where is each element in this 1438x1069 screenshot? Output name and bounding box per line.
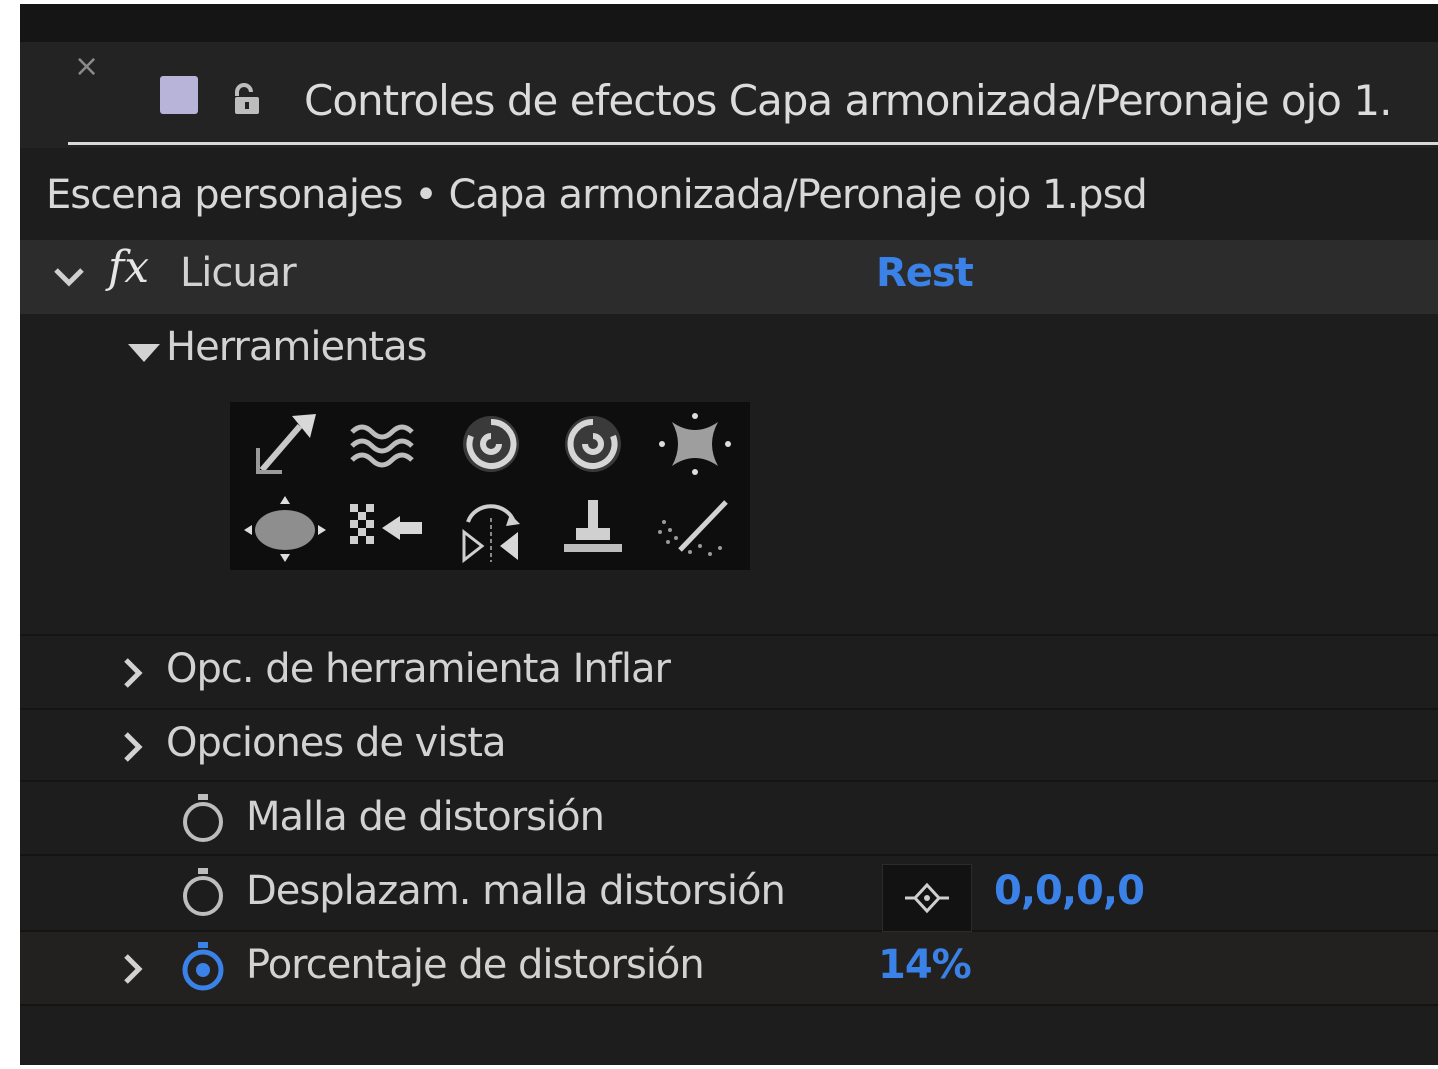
unlock-icon[interactable] [230, 82, 264, 116]
panel-top-strip [20, 4, 1438, 42]
active-tab-underline [68, 142, 1438, 145]
pucker-tool-icon[interactable] [650, 408, 740, 480]
effect-controls-panel: × Controles de efectos Capa armonizada/P… [20, 4, 1438, 1065]
reconstruction-tool-icon[interactable] [650, 492, 740, 564]
herramientas-chevron-icon[interactable] [126, 340, 162, 364]
property-desplazam: Desplazam. malla distorsión [246, 868, 786, 914]
reset-link[interactable]: Rest [876, 250, 974, 296]
turbulence-tool-icon[interactable] [342, 408, 432, 480]
crosshair-icon [905, 882, 949, 914]
section-opciones-vista: Opciones de vista [166, 720, 507, 766]
stopwatch-icon[interactable] [180, 866, 226, 918]
row-malla[interactable] [20, 782, 1438, 856]
point-picker-button[interactable] [882, 864, 972, 932]
collapse-chevron-icon[interactable] [52, 266, 86, 288]
expand-chevron-icon[interactable] [122, 730, 144, 764]
twirl-ccw-tool-icon[interactable] [548, 408, 638, 480]
desplazam-value[interactable]: 0,0,0,0 [994, 868, 1145, 914]
expand-chevron-icon[interactable] [122, 656, 144, 690]
expand-chevron-icon[interactable] [122, 952, 144, 986]
shift-pixels-tool-icon[interactable] [342, 492, 432, 564]
tab-title[interactable]: Controles de efectos Capa armonizada/Per… [304, 76, 1392, 125]
stopwatch-icon[interactable] [180, 792, 226, 844]
twirl-cw-tool-icon[interactable] [446, 408, 536, 480]
property-porcentaje: Porcentaje de distorsión [246, 942, 705, 988]
section-opc-inflar: Opc. de herramienta Inflar [166, 646, 671, 692]
fx-toggle-icon[interactable]: fx [108, 242, 149, 293]
reflection-tool-icon[interactable] [446, 492, 536, 564]
liquify-tools-grid [230, 402, 750, 570]
layer-color-swatch[interactable] [160, 76, 198, 114]
close-tab-icon[interactable]: × [74, 52, 99, 82]
clone-stamp-tool-icon[interactable] [548, 492, 638, 564]
layer-breadcrumb[interactable]: Escena personajes • Capa armonizada/Pero… [46, 172, 1148, 218]
section-herramientas: Herramientas [166, 324, 427, 370]
effect-name: Licuar [180, 250, 297, 296]
bloat-tool-icon[interactable] [240, 492, 330, 564]
row-porcentaje[interactable] [20, 932, 1438, 1006]
porcentaje-value[interactable]: 14% [878, 942, 972, 988]
warp-tool-icon[interactable] [240, 408, 330, 480]
stopwatch-active-icon[interactable] [180, 940, 226, 992]
property-malla: Malla de distorsión [246, 794, 605, 840]
